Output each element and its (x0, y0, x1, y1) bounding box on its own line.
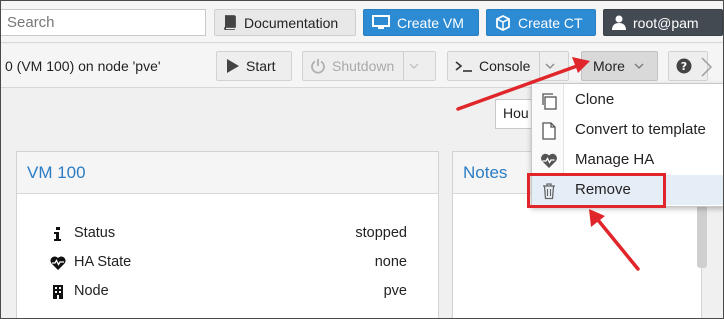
status-label: Status (74, 225, 116, 241)
shutdown-button[interactable]: Shutdown (302, 51, 436, 81)
create-vm-label: Create VM (397, 14, 464, 31)
monitor-icon (372, 15, 390, 29)
documentation-label: Documentation (244, 14, 339, 31)
notes-scrollbar[interactable] (697, 198, 707, 268)
terminal-icon (455, 61, 472, 72)
power-icon (311, 59, 325, 74)
user-icon (612, 15, 626, 30)
vm-title: 0 (VM 100) on node 'pve' (5, 58, 161, 74)
top-bar: Search Documentation Create VM Create CT… (1, 1, 723, 43)
file-icon (542, 122, 556, 140)
node-row: Node pve (17, 282, 438, 302)
vm-toolbar: 0 (VM 100) on node 'pve' Start Shutdown … (1, 44, 723, 88)
node-value: pve (383, 283, 407, 299)
chevron-down-icon (634, 63, 644, 69)
console-label: Console (479, 58, 531, 74)
console-button[interactable]: Console (447, 51, 569, 81)
menu-item-manage-ha[interactable]: Manage HA (532, 145, 723, 175)
ha-state-row: HA State none (17, 253, 438, 273)
remove-highlight-box (527, 173, 666, 208)
chevron-right-icon[interactable] (696, 56, 716, 78)
chevron-down-icon (545, 63, 555, 69)
search-input[interactable]: Search (1, 9, 206, 36)
summary-panel: VM 100 Status stopped HA State none Node… (16, 151, 439, 318)
chevron-down-icon (409, 63, 419, 69)
menu-item-manage-ha-label: Manage HA (575, 151, 655, 168)
create-ct-button[interactable]: Create CT (486, 9, 596, 36)
svg-text:?: ? (681, 60, 687, 73)
start-button[interactable]: Start (216, 51, 292, 81)
menu-item-convert-label: Convert to template (575, 121, 706, 138)
documentation-button[interactable]: Documentation (214, 9, 356, 36)
building-icon (53, 285, 63, 299)
help-icon: ? (676, 58, 692, 74)
info-icon (54, 227, 61, 241)
menu-item-clone-label: Clone (575, 91, 615, 108)
summary-panel-title: VM 100 (17, 152, 438, 194)
more-label: More (593, 58, 625, 74)
shutdown-dropdown-arrow[interactable] (403, 52, 423, 80)
start-label: Start (246, 58, 276, 74)
play-icon (227, 59, 239, 73)
console-dropdown-arrow[interactable] (539, 52, 559, 80)
status-row: Status stopped (17, 224, 438, 244)
cube-icon (496, 14, 510, 31)
create-ct-label: Create CT (518, 14, 583, 31)
copy-icon (542, 93, 557, 110)
node-label: Node (74, 283, 109, 299)
user-label: root@pam (633, 14, 699, 31)
proxmox-window: Search Documentation Create VM Create CT… (0, 0, 724, 319)
status-value: stopped (355, 225, 407, 241)
shutdown-label: Shutdown (332, 58, 395, 74)
book-icon (224, 15, 236, 30)
create-vm-button[interactable]: Create VM (363, 9, 479, 36)
ha-state-value: none (374, 254, 407, 270)
menu-item-convert-to-template[interactable]: Convert to template (532, 115, 723, 145)
user-menu-button[interactable]: root@pam (603, 9, 723, 36)
ha-state-label: HA State (74, 254, 132, 270)
more-button[interactable]: More (581, 51, 658, 81)
menu-item-clone[interactable]: Clone (532, 85, 723, 115)
heartbeat-icon (50, 256, 66, 270)
heartbeat-icon (541, 153, 557, 168)
